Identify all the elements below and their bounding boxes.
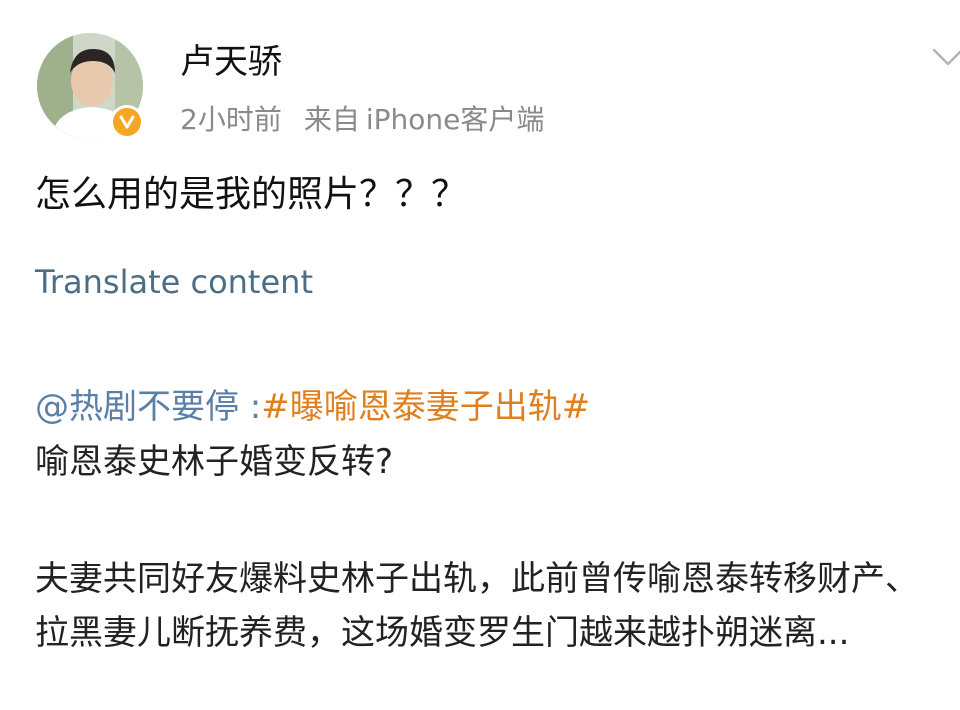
post-time: 2小时前 bbox=[180, 103, 282, 136]
source-label: 来自 bbox=[303, 103, 360, 136]
post-text: 怎么用的是我的照片？？？ bbox=[35, 174, 468, 215]
repost-header: @热剧不要停 :#曝喻恩泰妻子出轨# bbox=[35, 384, 590, 430]
post-meta: 2小时前 来自 iPhone客户端 bbox=[180, 100, 544, 140]
verified-badge-icon bbox=[110, 105, 144, 139]
chevron-down-icon[interactable] bbox=[928, 42, 960, 72]
author-name[interactable]: 卢天骄 bbox=[180, 40, 282, 84]
repost-mention-link[interactable]: @热剧不要停 bbox=[35, 387, 239, 427]
source-client: iPhone客户端 bbox=[365, 103, 545, 136]
translate-content-link[interactable]: Translate content bbox=[35, 260, 313, 304]
repost-separator: : bbox=[239, 387, 262, 427]
repost-body-text: 夫妻共同好友爆料史林子出轨，此前曾传喻恩泰转移财产、拉黑妻儿断抚养费，这场婚变罗… bbox=[35, 559, 919, 653]
repost-hashtag-link[interactable]: #曝喻恩泰妻子出轨# bbox=[261, 387, 590, 427]
repost-headline: 喻恩泰史林子婚变反转? bbox=[35, 442, 394, 482]
